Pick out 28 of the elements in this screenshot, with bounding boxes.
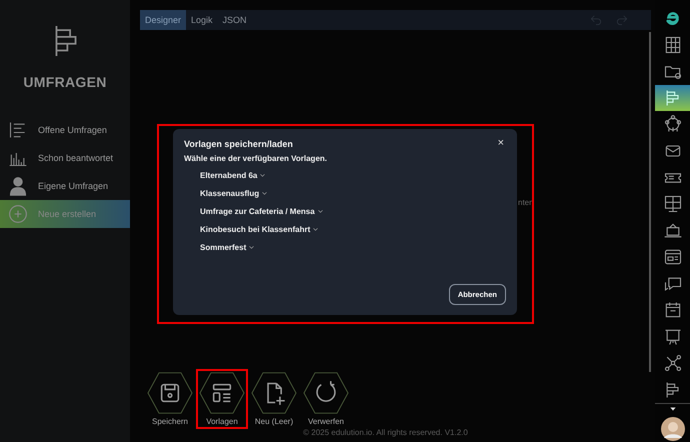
copyright-text: © 2025 edulution.io. All rights reserved. V1.2.0 bbox=[302, 428, 469, 439]
tab[interactable]: JSON bbox=[218, 10, 252, 30]
sidebar-item[interactable]: Offene Umfragen bbox=[0, 116, 130, 144]
plus-icon bbox=[8, 204, 28, 224]
action-button[interactable]: Neu (Leer) bbox=[248, 369, 300, 429]
sidebar-item[interactable]: Schon beantwortet bbox=[0, 144, 130, 172]
dialog-title: Vorlagen speichern/laden bbox=[184, 138, 293, 148]
template-item[interactable]: Elternabend 6a bbox=[200, 166, 266, 184]
tab[interactable]: Logik bbox=[186, 10, 218, 30]
sidebar-item[interactable]: Eigene Umfragen bbox=[0, 172, 130, 200]
template-item[interactable]: Sommerfest bbox=[200, 238, 256, 256]
people-icon[interactable] bbox=[662, 114, 682, 134]
template-item[interactable]: Umfrage zur Cafeteria / Mensa bbox=[200, 202, 324, 220]
avatar[interactable] bbox=[660, 416, 684, 441]
scrollbar[interactable] bbox=[649, 32, 651, 372]
template-item[interactable]: Klassenausflug bbox=[200, 184, 268, 202]
template-item[interactable]: Kinobesuch bei Klassenfahrt bbox=[200, 220, 320, 238]
close-button[interactable]: × bbox=[496, 138, 506, 149]
person-icon bbox=[8, 176, 28, 196]
logo-icon[interactable] bbox=[664, 9, 682, 28]
monitor-icon[interactable] bbox=[662, 194, 682, 214]
tab[interactable]: Designer bbox=[140, 10, 186, 30]
action-button[interactable]: Speichern bbox=[144, 369, 196, 429]
network-icon[interactable] bbox=[662, 353, 682, 374]
action-button[interactable]: Verwerfen bbox=[300, 369, 352, 429]
dialog-text: Wähle eine der verfügbaren Vorlagen. bbox=[184, 154, 328, 163]
app-title: UMFRAGEN bbox=[22, 74, 108, 90]
action-button[interactable]: Vorlagen bbox=[196, 369, 248, 429]
